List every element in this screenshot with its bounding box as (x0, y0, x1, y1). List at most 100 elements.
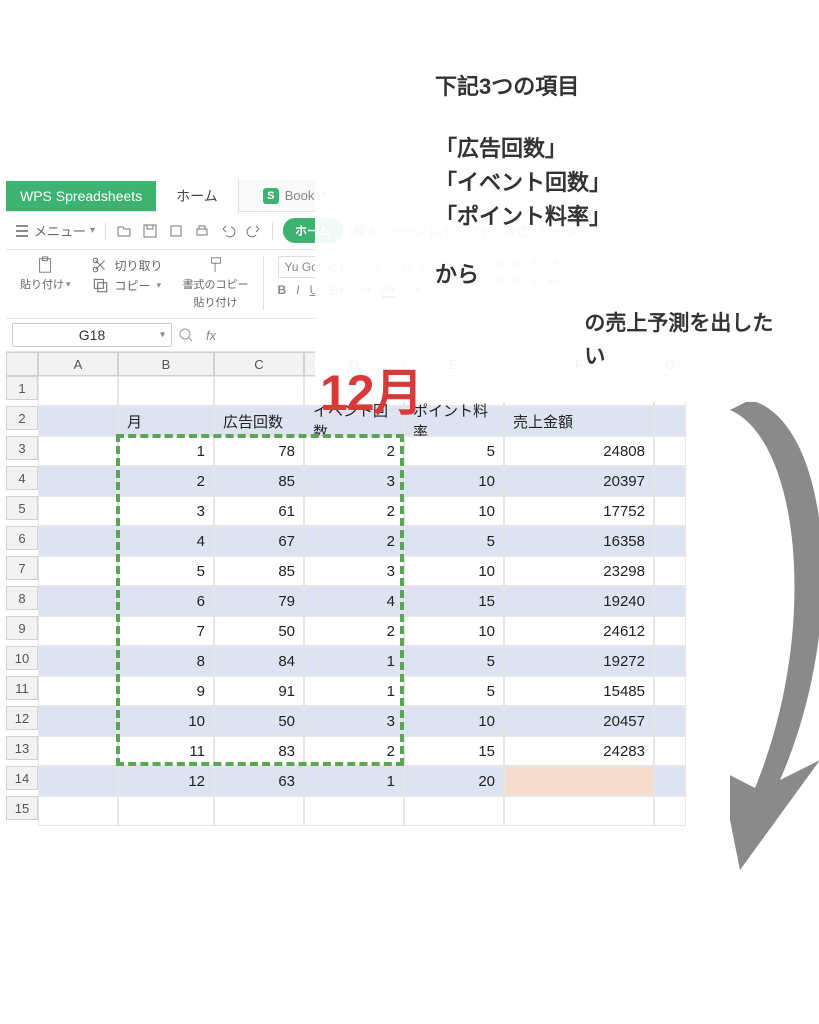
fx-label[interactable]: fx (200, 328, 222, 343)
cell[interactable] (504, 796, 654, 826)
cell-rate[interactable]: 10 (404, 496, 504, 526)
cell[interactable] (654, 526, 686, 556)
bold-button[interactable]: B (278, 283, 287, 297)
cell-sales[interactable]: 19272 (504, 646, 654, 676)
cell[interactable] (654, 736, 686, 766)
header-month[interactable]: 月 (118, 406, 214, 436)
cell[interactable] (654, 436, 686, 466)
cell-ads[interactable]: 78 (214, 436, 304, 466)
cell[interactable] (654, 406, 686, 436)
cell-month[interactable]: 9 (118, 676, 214, 706)
cell-ads[interactable]: 67 (214, 526, 304, 556)
row-header[interactable]: 11 (6, 676, 38, 700)
cell-month[interactable]: 3 (118, 496, 214, 526)
cell[interactable] (304, 796, 404, 826)
cell-rate[interactable]: 5 (404, 436, 504, 466)
row-header[interactable]: 14 (6, 766, 38, 790)
cell-rate[interactable]: 5 (404, 676, 504, 706)
row-header[interactable]: 2 (6, 406, 38, 430)
header-ads[interactable]: 広告回数 (214, 406, 304, 436)
cell-rate[interactable]: 10 (404, 706, 504, 736)
cell[interactable] (38, 556, 118, 586)
cell-events[interactable]: 2 (304, 616, 404, 646)
row-header[interactable]: 1 (6, 376, 38, 400)
select-all-corner[interactable] (6, 352, 38, 376)
paste-icon[interactable] (36, 256, 54, 274)
cell[interactable] (38, 676, 118, 706)
row-header[interactable]: 8 (6, 586, 38, 610)
cell[interactable] (38, 406, 118, 436)
cell-month[interactable]: 10 (118, 706, 214, 736)
cell[interactable] (654, 796, 686, 826)
cell[interactable] (654, 466, 686, 496)
save-icon[interactable] (142, 223, 158, 239)
cell-sales[interactable]: 19240 (504, 586, 654, 616)
column-header[interactable]: A (38, 352, 118, 376)
cell-month[interactable]: 5 (118, 556, 214, 586)
row-header[interactable]: 3 (6, 436, 38, 460)
cell-sales[interactable]: 20457 (504, 706, 654, 736)
cell-rate[interactable]: 20 (404, 766, 504, 796)
cell-ads[interactable]: 85 (214, 466, 304, 496)
menu-button[interactable]: メニュー ▾ (14, 221, 95, 240)
cell-ads[interactable]: 63 (214, 766, 304, 796)
cell-month[interactable]: 8 (118, 646, 214, 676)
cell-events[interactable]: 1 (304, 646, 404, 676)
row-header[interactable]: 10 (6, 646, 38, 670)
cell[interactable] (214, 796, 304, 826)
cell-ads[interactable]: 85 (214, 556, 304, 586)
row-header[interactable]: 15 (6, 796, 38, 820)
cell-sales[interactable]: 24808 (504, 436, 654, 466)
cell-month[interactable]: 7 (118, 616, 214, 646)
cell-ads[interactable]: 50 (214, 706, 304, 736)
copy-button[interactable]: コピー ▾ (91, 276, 162, 294)
row-header[interactable]: 4 (6, 466, 38, 490)
cell-events[interactable]: 1 (304, 676, 404, 706)
cell-rate[interactable]: 5 (404, 526, 504, 556)
cell-rate[interactable]: 10 (404, 616, 504, 646)
cell[interactable] (38, 376, 118, 406)
cell[interactable] (38, 736, 118, 766)
cell[interactable] (654, 556, 686, 586)
paste-label[interactable]: 貼り付け (20, 276, 64, 292)
cell-ads[interactable]: 79 (214, 586, 304, 616)
redo-icon[interactable] (246, 223, 262, 239)
cell-rate[interactable]: 15 (404, 586, 504, 616)
print-preview-icon[interactable] (168, 223, 184, 239)
cell[interactable] (38, 766, 118, 796)
open-icon[interactable] (116, 223, 132, 239)
cell-sales[interactable]: 16358 (504, 526, 654, 556)
cell[interactable] (214, 376, 304, 406)
cell-sales[interactable]: 17752 (504, 496, 654, 526)
cell-month[interactable]: 11 (118, 736, 214, 766)
cut-button[interactable]: 切り取り (91, 256, 163, 274)
cell-month[interactable]: 4 (118, 526, 214, 556)
row-header[interactable]: 7 (6, 556, 38, 580)
cell-month[interactable]: 6 (118, 586, 214, 616)
cell[interactable] (38, 436, 118, 466)
cell-rate[interactable]: 5 (404, 646, 504, 676)
cell-sales-target[interactable] (504, 766, 654, 796)
cell-events[interactable]: 1 (304, 766, 404, 796)
cell-ads[interactable]: 50 (214, 616, 304, 646)
cell[interactable] (38, 526, 118, 556)
italic-button[interactable]: I (296, 283, 299, 297)
cell[interactable] (38, 646, 118, 676)
cell-rate[interactable]: 15 (404, 736, 504, 766)
cell[interactable] (38, 616, 118, 646)
cell[interactable] (118, 376, 214, 406)
row-header[interactable]: 6 (6, 526, 38, 550)
cell-events[interactable]: 2 (304, 496, 404, 526)
cell-ads[interactable]: 91 (214, 676, 304, 706)
cell-sales[interactable]: 24612 (504, 616, 654, 646)
cell-month[interactable]: 12 (118, 766, 214, 796)
cell[interactable] (38, 796, 118, 826)
cell[interactable] (404, 796, 504, 826)
cell-events[interactable]: 3 (304, 466, 404, 496)
undo-icon[interactable] (220, 223, 236, 239)
cell[interactable] (654, 586, 686, 616)
cell-events[interactable]: 2 (304, 736, 404, 766)
cell-rate[interactable]: 10 (404, 556, 504, 586)
cell-ads[interactable]: 83 (214, 736, 304, 766)
format-painter-group[interactable]: 書式のコピー 貼り付け (177, 256, 255, 310)
